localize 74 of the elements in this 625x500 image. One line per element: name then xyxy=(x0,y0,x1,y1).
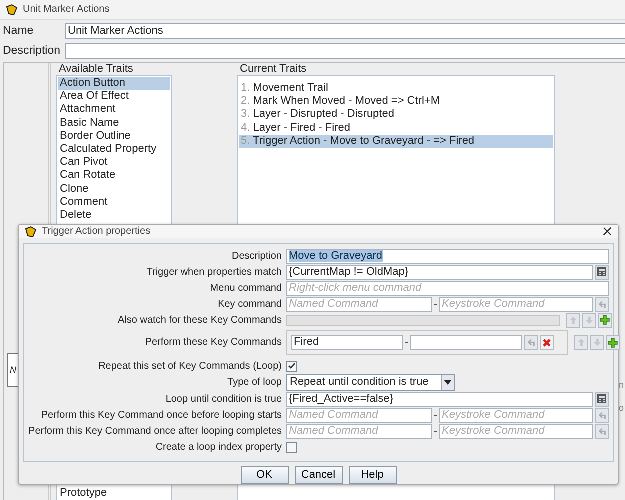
field-label: Menu command xyxy=(209,282,283,294)
current-trait-item[interactable]: 5. Trigger Action - Move to Graveyard - => Fired xyxy=(239,134,553,148)
field-label: Key command xyxy=(217,298,283,310)
window-title: Unit Marker Actions xyxy=(23,4,110,15)
trait-item[interactable]: Action Button xyxy=(58,77,170,90)
dialog-button[interactable]: OK xyxy=(240,466,288,484)
field-label: Trigger when properties match xyxy=(146,266,283,278)
current-trait-item[interactable]: 4. Layer - Fired - Fired xyxy=(239,122,553,135)
named-command-field[interactable]: Fired xyxy=(291,335,403,350)
field-label: Repeat this set of Key Commands (Loop) xyxy=(98,360,283,372)
trait-item[interactable]: Can Rotate xyxy=(58,169,170,182)
clipped-text: n xyxy=(618,380,624,390)
arrow-down-icon xyxy=(592,338,602,347)
undo-icon xyxy=(526,338,536,347)
field-label: Perform this Key Command once after looping completes xyxy=(28,426,283,436)
field-label: Perform this Key Command once before looping starts xyxy=(40,410,283,420)
calculator-icon xyxy=(597,394,607,404)
trait-item[interactable]: Delete xyxy=(58,208,170,222)
undo-icon xyxy=(598,426,606,436)
field-label: Loop until condition is true xyxy=(164,394,283,404)
dialog-button[interactable]: Cancel xyxy=(294,466,342,484)
expression-field[interactable]: {Fired_Active==false} xyxy=(286,392,593,406)
trait-item[interactable]: Attachment xyxy=(58,103,170,117)
undo-icon xyxy=(598,410,606,420)
trait-item[interactable]: Can Pivot xyxy=(58,156,170,170)
calculator-button[interactable] xyxy=(595,264,609,280)
name-label: Name xyxy=(2,24,35,36)
field-label: Also watch for these Key Commands xyxy=(117,314,283,326)
current-traits-title: Current Traits xyxy=(239,63,308,75)
caret-icon xyxy=(444,380,452,385)
loop-type-dropdown[interactable]: Repeat until condition is true xyxy=(286,374,455,391)
field-placeholder: Right-click menu command xyxy=(289,282,422,294)
text-field[interactable]: Move to Graveyard xyxy=(286,248,609,264)
plus-icon xyxy=(600,315,610,325)
trait-item[interactable]: Clone xyxy=(58,182,170,196)
field-label: Description xyxy=(230,250,283,262)
expression-field[interactable]: {CurrentMap != OldMap} xyxy=(286,264,593,280)
clipped-text: o xyxy=(618,403,624,413)
arrow-up-icon xyxy=(576,338,586,347)
close-icon xyxy=(542,338,552,348)
plus-icon xyxy=(608,338,618,348)
trait-item[interactable]: Comment xyxy=(58,196,170,209)
app-logo-icon xyxy=(6,4,18,16)
checkbox[interactable] xyxy=(286,360,297,372)
trait-item[interactable]: Calculated Property xyxy=(58,142,170,156)
checkbox[interactable] xyxy=(286,442,297,452)
add-button[interactable] xyxy=(598,312,612,328)
field-label: Type of loop xyxy=(226,377,283,388)
available-traits-title: Available Traits xyxy=(58,63,134,75)
undo-icon xyxy=(598,300,606,308)
description-label: Description xyxy=(2,44,62,56)
trait-item[interactable]: Border Outline xyxy=(58,130,170,143)
keystroke-field[interactable] xyxy=(410,335,522,350)
arrow-down-icon xyxy=(584,316,594,324)
current-trait-item[interactable]: 2. Mark When Moved - Moved => Ctrl+M xyxy=(239,95,553,108)
field-label: Perform these Key Commands xyxy=(144,337,283,348)
dialog-button[interactable]: Help xyxy=(348,466,396,484)
delete-button[interactable] xyxy=(540,335,554,350)
description-field[interactable] xyxy=(65,42,625,58)
calculator-icon xyxy=(597,267,607,277)
name-field[interactable]: Unit Marker Actions xyxy=(65,22,625,38)
add-button[interactable] xyxy=(606,335,620,350)
current-trait-item[interactable]: 1. Movement Trail xyxy=(239,82,553,96)
field-label: Create a loop index property xyxy=(154,442,283,452)
field-value: Move to Graveyard xyxy=(289,250,383,262)
calculator-button[interactable] xyxy=(595,392,609,406)
trait-item[interactable]: Area Of Effect xyxy=(58,90,170,104)
arrow-up-icon xyxy=(568,316,578,324)
trait-item[interactable]: Basic Name xyxy=(58,116,170,130)
close-icon[interactable] xyxy=(603,227,612,236)
trait-item[interactable]: Prototype xyxy=(58,486,170,500)
current-trait-item[interactable]: 3. Layer - Disrupted - Disrupted xyxy=(239,108,553,122)
app-logo-icon xyxy=(25,226,37,238)
dialog-title: Trigger Action properties xyxy=(42,226,151,237)
